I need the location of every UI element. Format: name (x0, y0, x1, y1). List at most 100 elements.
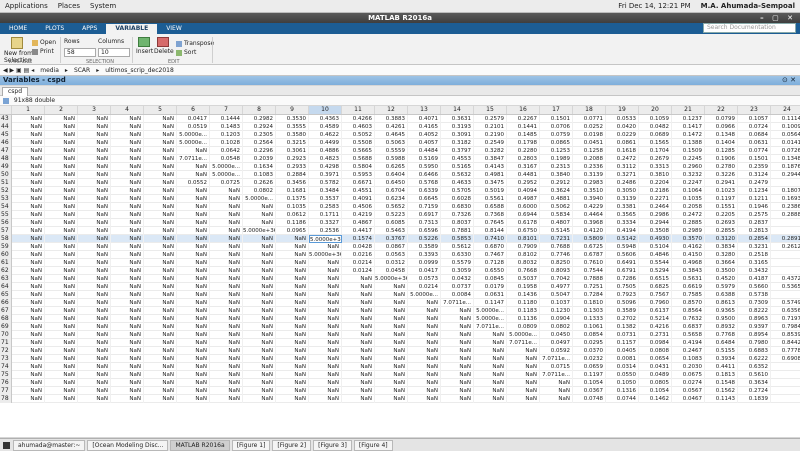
table-cell[interactable]: 0.7632 (672, 315, 705, 323)
row-header[interactable]: 63 (0, 275, 12, 283)
table-cell[interactable]: 5.0000e... (210, 171, 243, 179)
table-cell[interactable]: NaN (144, 323, 177, 331)
table-cell[interactable]: NaN (342, 299, 375, 307)
table-cell[interactable]: 0.1441 (507, 123, 540, 131)
table-cell[interactable]: 0.1810 (573, 299, 606, 307)
table-cell[interactable]: NaN (342, 387, 375, 395)
table-cell[interactable]: 0.5631 (672, 275, 705, 283)
table-cell[interactable]: 0.1348 (771, 155, 800, 163)
table-cell[interactable]: 0.4930 (639, 235, 672, 243)
table-cell[interactable]: NaN (309, 347, 342, 355)
table-cell[interactable]: NaN (441, 363, 474, 371)
table-cell[interactable]: NaN (12, 139, 45, 147)
table-cell[interactable]: 0.0420 (606, 123, 639, 131)
table-cell[interactable]: NaN (309, 267, 342, 275)
table-cell[interactable]: NaN (111, 331, 144, 339)
table-cell[interactable]: NaN (210, 267, 243, 275)
table-cell[interactable]: 0.9365 (705, 307, 738, 315)
table-cell[interactable]: NaN (210, 339, 243, 347)
table-cell[interactable]: NaN (12, 347, 45, 355)
table-cell[interactable]: NaN (45, 283, 78, 291)
table-cell[interactable]: NaN (375, 331, 408, 339)
table-cell[interactable]: 0.2888 (771, 211, 800, 219)
table-cell[interactable]: 0.2982 (243, 115, 276, 123)
table-cell[interactable]: 0.2960 (672, 163, 705, 171)
table-cell[interactable]: 5.0000e... (474, 315, 507, 323)
table-cell[interactable]: NaN (45, 371, 78, 379)
table-cell[interactable]: 0.7286 (606, 275, 639, 283)
table-cell[interactable]: NaN (45, 195, 78, 203)
table-cell[interactable]: NaN (441, 331, 474, 339)
table-cell[interactable]: NaN (78, 147, 111, 155)
table-cell[interactable]: 0.0214 (342, 259, 375, 267)
table-cell[interactable]: 0.3968 (573, 219, 606, 227)
table-cell[interactable]: 0.8564 (672, 307, 705, 315)
table-cell[interactable]: 0.4481 (507, 171, 540, 179)
row-header[interactable]: 75 (0, 371, 12, 379)
table-cell[interactable]: 0.2472 (606, 155, 639, 163)
table-cell[interactable]: 0.1183 (507, 307, 540, 315)
table-cell[interactable]: 0.4846 (639, 251, 672, 259)
table-cell[interactable]: 0.5508 (342, 139, 375, 147)
table-cell[interactable]: 0.0519 (177, 123, 210, 131)
table-cell[interactable]: 0.5062 (540, 203, 573, 211)
table-cell[interactable]: NaN (210, 315, 243, 323)
table-cell[interactable]: NaN (177, 395, 210, 403)
table-cell[interactable]: 0.0198 (573, 131, 606, 139)
table-cell[interactable]: 0.1574 (342, 235, 375, 243)
table-cell[interactable]: NaN (144, 123, 177, 131)
table-cell[interactable]: 0.4417 (342, 227, 375, 235)
table-cell[interactable]: 0.3484 (309, 187, 342, 195)
table-cell[interactable]: NaN (309, 379, 342, 387)
table-cell[interactable]: NaN (276, 299, 309, 307)
table-cell[interactable]: 0.3834 (705, 243, 738, 251)
table-cell[interactable]: 0.0179 (474, 283, 507, 291)
table-cell[interactable]: NaN (441, 339, 474, 347)
table-cell[interactable]: 0.5037 (507, 275, 540, 283)
table-cell[interactable]: 0.4057 (408, 139, 441, 147)
taskbar-item[interactable]: [Ocean Modeling Disc... (87, 439, 169, 451)
table-cell[interactable]: NaN (474, 371, 507, 379)
table-cell[interactable]: 0.3580 (276, 131, 309, 139)
row-header[interactable]: 69 (0, 323, 12, 331)
row-header[interactable]: 51 (0, 179, 12, 187)
table-cell[interactable]: 0.7980 (738, 339, 771, 347)
table-cell[interactable]: 0.6944 (507, 211, 540, 219)
table-cell[interactable]: NaN (111, 195, 144, 203)
table-cell[interactable]: NaN (309, 315, 342, 323)
table-cell[interactable]: NaN (12, 363, 45, 371)
table-cell[interactable]: NaN (144, 395, 177, 403)
table-cell[interactable]: 5.0000e+36 (375, 275, 408, 283)
table-cell[interactable]: 0.0274 (672, 379, 705, 387)
table-cell[interactable]: 0.4987 (507, 195, 540, 203)
row-header[interactable]: 50 (0, 171, 12, 179)
table-cell[interactable]: 0.4977 (540, 283, 573, 291)
table-cell[interactable]: NaN (243, 243, 276, 251)
table-cell[interactable]: 0.2837 (738, 219, 771, 227)
table-cell[interactable]: 0.7688 (540, 243, 573, 251)
table-cell[interactable]: NaN (12, 259, 45, 267)
table-cell[interactable]: 0.5559 (375, 147, 408, 155)
table-cell[interactable]: NaN (243, 267, 276, 275)
table-cell[interactable]: 0.4499 (309, 139, 342, 147)
table-cell[interactable]: 0.7984 (771, 323, 800, 331)
table-cell[interactable]: NaN (177, 147, 210, 155)
column-header[interactable]: 17 (540, 106, 573, 114)
column-header[interactable]: 19 (606, 106, 639, 114)
taskbar-item[interactable]: [Figure 4] (353, 439, 393, 451)
table-cell[interactable]: NaN (45, 387, 78, 395)
table-cell[interactable]: 0.7888 (573, 275, 606, 283)
table-cell[interactable]: 0.1417 (672, 123, 705, 131)
table-cell[interactable]: 0.0808 (639, 347, 672, 355)
table-cell[interactable]: 0.3271 (606, 171, 639, 179)
table-cell[interactable]: NaN (309, 259, 342, 267)
table-cell[interactable]: 0.4981 (474, 171, 507, 179)
table-cell[interactable]: 0.1180 (507, 299, 540, 307)
table-cell[interactable]: 0.6356 (771, 307, 800, 315)
menu-places[interactable]: Places (53, 2, 85, 10)
table-cell[interactable]: NaN (12, 179, 45, 187)
table-cell[interactable]: NaN (12, 131, 45, 139)
table-cell[interactable]: NaN (276, 251, 309, 259)
row-header[interactable]: 52 (0, 187, 12, 195)
table-cell[interactable]: NaN (144, 179, 177, 187)
